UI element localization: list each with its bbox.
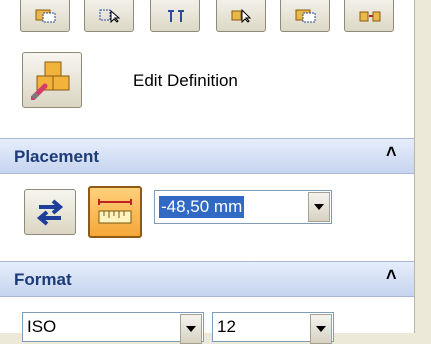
standard-value[interactable]: ISO <box>27 317 56 337</box>
select-frame-2-icon <box>295 9 316 23</box>
format-title: Format <box>14 270 72 289</box>
size-value[interactable]: 12 <box>217 317 236 337</box>
placement-header[interactable]: Placement ˄ <box>0 138 414 174</box>
properties-panel: Edit Definition Placement ˄ -48,50 mm Fo… <box>0 0 414 344</box>
panel-right-edge <box>414 0 431 333</box>
dimension-value[interactable]: -48,50 mm <box>159 196 245 218</box>
edit-definition-button[interactable] <box>22 52 82 108</box>
collapse-placement-icon[interactable]: ˄ <box>386 142 397 163</box>
chevron-down-icon[interactable] <box>180 314 202 344</box>
align-button[interactable] <box>150 0 200 32</box>
select-multiple-button[interactable] <box>84 0 134 32</box>
chevron-down-icon[interactable] <box>308 192 330 222</box>
swap-arrows-icon <box>36 199 64 226</box>
size-combo[interactable]: 12 <box>212 312 334 344</box>
top-toolbar <box>0 0 414 42</box>
standard-combo[interactable]: ISO <box>22 312 204 344</box>
ruler-icon <box>98 199 132 224</box>
move-objects-icon <box>359 11 381 22</box>
measure-dimension-button[interactable] <box>88 186 142 238</box>
select-frame-2-button[interactable] <box>280 0 330 32</box>
swap-direction-button[interactable] <box>24 189 76 235</box>
select-frame-button[interactable] <box>20 0 70 32</box>
select-frame-icon <box>35 9 56 23</box>
edit-definition-label: Edit Definition <box>133 71 238 90</box>
select-multiple-icon <box>99 9 121 23</box>
select-pointer-icon <box>231 9 252 23</box>
chevron-down-icon[interactable] <box>310 314 332 344</box>
edit-definition-icon <box>31 61 70 100</box>
collapse-format-icon[interactable]: ˄ <box>386 265 397 286</box>
move-objects-button[interactable] <box>344 0 394 32</box>
select-pointer-button[interactable] <box>216 0 266 32</box>
placement-title: Placement <box>14 147 100 166</box>
format-header[interactable]: Format ˄ <box>0 261 414 297</box>
align-icon <box>168 10 184 22</box>
dimension-value-combo[interactable]: -48,50 mm <box>154 190 332 224</box>
